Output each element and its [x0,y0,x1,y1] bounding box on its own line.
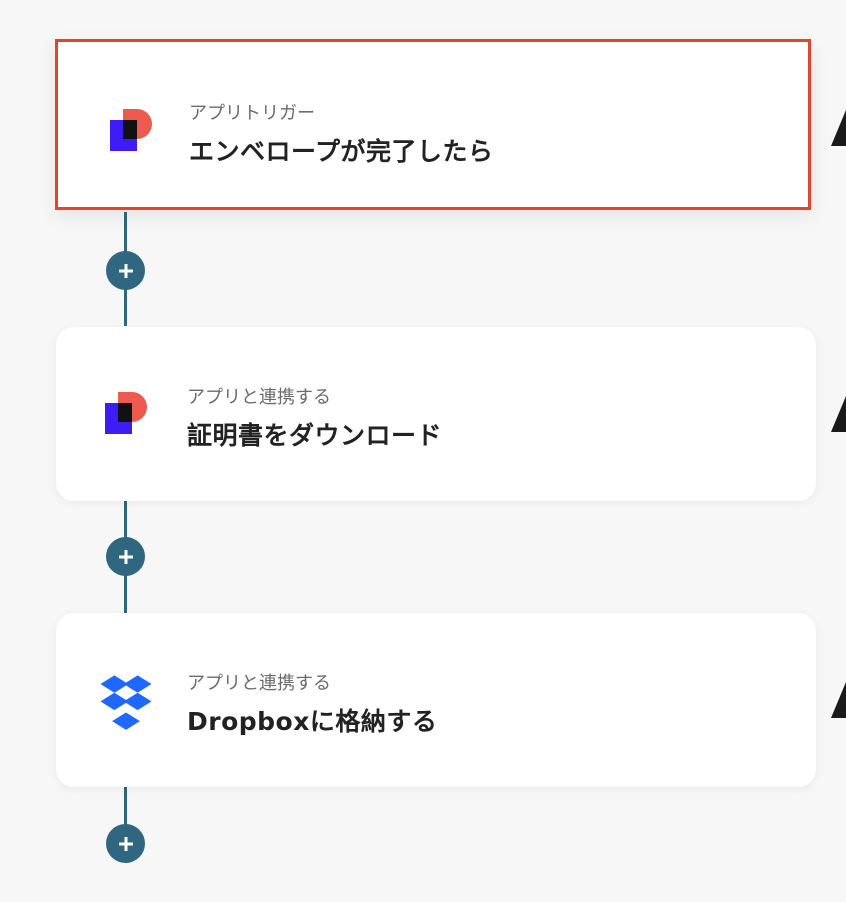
flow-step-card-trigger[interactable]: アプリトリガー エンベロープが完了したら [55,39,811,210]
add-step-button[interactable] [106,537,145,576]
step-type-label: アプリと連携する [187,673,331,694]
step-type-label: アプリと連携する [187,387,331,408]
flow-canvas: アプリトリガー エンベロープが完了したら アプリと連携する 証明書をダウンロード [0,0,846,902]
dropbox-logo-icon [100,675,152,730]
flow-step-card-action[interactable]: アプリと連携する Dropboxに格納する [56,613,816,787]
docusign-d-logo-icon [110,109,152,151]
plus-icon [118,263,133,278]
edge-arrow-icon [831,682,846,718]
docusign-d-logo-icon [105,392,147,434]
step-title: エンベロープが完了したら [189,137,494,166]
step-type-label: アプリトリガー [189,103,315,124]
plus-icon [118,836,133,851]
flow-step-card-action[interactable]: アプリと連携する 証明書をダウンロード [56,327,816,501]
plus-icon [118,549,133,564]
add-step-button[interactable] [106,824,145,863]
edge-arrow-icon [831,396,846,432]
step-title: 証明書をダウンロード [187,421,443,450]
step-title: Dropboxに格納する [187,707,438,736]
add-step-button[interactable] [106,251,145,290]
edge-arrow-icon [831,110,846,146]
